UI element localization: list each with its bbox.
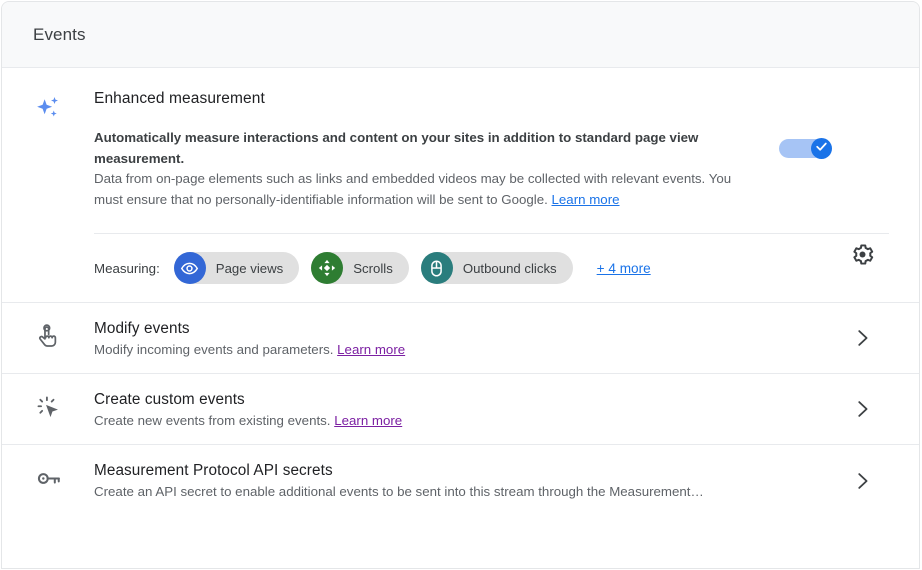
row-learn-more-link[interactable]: Learn more [337,342,405,357]
sparkle-icon [33,94,63,210]
row-text: Modify events Modify incoming events and… [94,320,919,357]
enhanced-measurement-toggle[interactable] [779,138,832,159]
chip-outbound-clicks[interactable]: Outbound clicks [420,252,573,284]
more-chips-link[interactable]: + 4 more [597,261,651,276]
chevron-right-icon[interactable] [851,398,873,420]
enhanced-measurement-section: Enhanced measurement Automatically measu… [2,68,919,303]
description-strong: Automatically measure interactions and c… [94,130,699,166]
row-measurement-protocol-api-secrets[interactable]: Measurement Protocol API secrets Create … [2,445,919,516]
touch-tap-icon [35,323,61,354]
chip-scrolls[interactable]: Scrolls [311,252,409,284]
measuring-label: Measuring: [94,260,160,276]
page-title: Events [33,24,86,44]
chip-label: Outbound clicks [462,260,557,276]
chevron-right-icon[interactable] [851,327,873,349]
row-title: Modify events [94,319,190,337]
measuring-row: Measuring: Page views Scrolls Outbound c… [2,234,919,284]
row-subtitle: Modify incoming events and parameters. L… [94,342,849,357]
chip-label: Scrolls [353,260,393,276]
card-header: Events [2,2,919,68]
row-title: Measurement Protocol API secrets [94,462,333,479]
row-icon-cell [2,323,94,354]
enhanced-measurement-title: Enhanced measurement [94,90,265,107]
sparkle-icon-cell [2,90,94,210]
row-modify-events[interactable]: Modify events Modify incoming events and… [2,303,919,374]
row-learn-more-link[interactable]: Learn more [334,413,402,428]
row-subtitle: Create an API secret to enable additiona… [94,484,704,499]
eye-icon [173,252,206,284]
description-rest: Data from on-page elements such as links… [94,171,732,207]
row-icon-cell [2,394,94,425]
row-title: Create custom events [94,390,245,408]
enhanced-measurement-settings-button[interactable] [850,242,875,272]
check-icon [815,140,828,158]
enhanced-measurement-learn-more-link[interactable]: Learn more [552,192,620,207]
row-subtitle: Create new events from existing events. … [94,413,849,428]
enhanced-measurement-description: Automatically measure interactions and c… [94,128,763,210]
row-text: Measurement Protocol API secrets Create … [94,462,919,499]
row-create-custom-events[interactable]: Create custom events Create new events f… [2,374,919,445]
key-icon [35,465,62,497]
chip-page-views[interactable]: Page views [173,252,300,284]
chevron-right-icon[interactable] [851,470,873,492]
row-icon-cell [2,465,94,497]
mouse-icon [420,252,453,284]
row-text: Create custom events Create new events f… [94,391,919,428]
events-card: Events Enhanced measurement Automaticall… [1,1,920,569]
toggle-thumb [811,138,832,159]
ads-click-icon [35,394,61,425]
enhanced-measurement-toggle-cell [763,128,889,159]
gear-icon [850,244,875,271]
scroll-move-icon [311,252,344,284]
row-subtitle-text: Modify incoming events and parameters. [94,341,338,357]
chip-label: Page views [215,260,284,276]
row-subtitle-text: Create new events from existing events. [94,412,335,428]
